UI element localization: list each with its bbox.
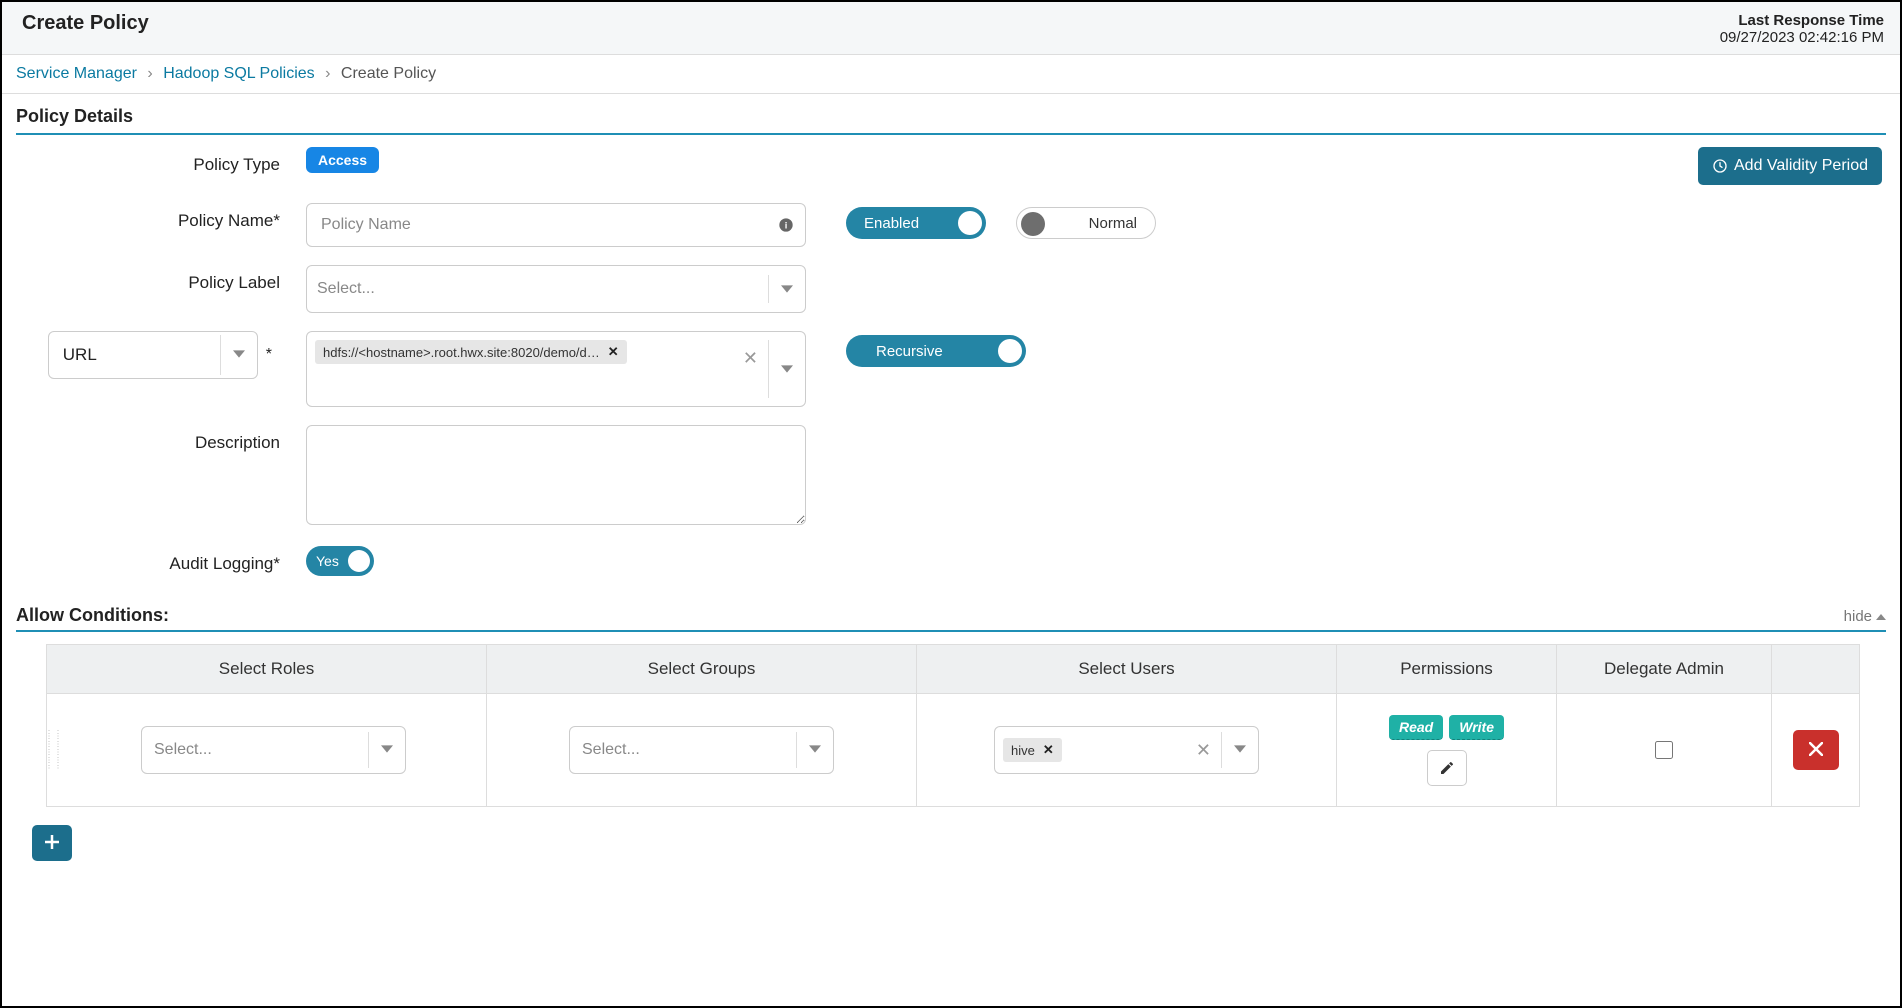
add-validity-period-button[interactable]: Add Validity Period: [1698, 147, 1882, 185]
url-multiselect[interactable]: hdfs://<hostname>.root.hwx.site:8020/dem…: [306, 331, 806, 407]
allow-conditions-table: Select Roles Select Groups Select Users …: [46, 644, 1860, 807]
enabled-toggle[interactable]: Enabled: [846, 207, 986, 239]
close-icon: [1809, 742, 1823, 756]
drag-handle[interactable]: ⋮⋮⋮⋮⋮⋮⋮⋮⋮⋮: [47, 694, 61, 806]
normal-toggle-label: Normal: [1089, 215, 1137, 232]
toggle-knob: [958, 211, 982, 235]
toggle-knob: [348, 550, 370, 572]
last-response-label: Last Response Time: [1720, 12, 1884, 29]
permission-read: Read: [1389, 715, 1443, 740]
chevron-down-icon: [796, 732, 833, 768]
recursive-toggle[interactable]: Recursive: [846, 335, 1026, 367]
col-header-permissions: Permissions: [1337, 645, 1557, 693]
chevron-right-icon: ›: [325, 65, 330, 82]
roles-placeholder: Select...: [154, 741, 368, 759]
col-header-users: Select Users: [917, 645, 1337, 693]
toggle-knob: [1021, 212, 1045, 236]
description-label: Description: [16, 425, 306, 453]
allow-conditions-title: Allow Conditions:: [16, 605, 169, 626]
normal-toggle[interactable]: Normal: [1016, 207, 1156, 239]
chevron-up-icon: [1876, 613, 1886, 621]
policy-type-label: Policy Type: [16, 147, 306, 175]
enabled-toggle-label: Enabled: [864, 215, 919, 232]
policy-name-label: Policy Name*: [16, 203, 306, 231]
policy-type-badge: Access: [306, 147, 379, 173]
roles-select[interactable]: Select...: [141, 726, 406, 774]
groups-placeholder: Select...: [582, 741, 796, 759]
recursive-toggle-label: Recursive: [876, 343, 943, 360]
resource-type-select[interactable]: URL: [48, 331, 258, 379]
page-title: Create Policy: [22, 12, 149, 35]
policy-label-placeholder: Select...: [317, 280, 768, 298]
resource-type-value: URL: [63, 345, 97, 365]
audit-logging-label: Audit Logging*: [16, 546, 306, 574]
chevron-down-icon: [768, 340, 805, 398]
clear-all-icon[interactable]: ✕: [1186, 732, 1221, 769]
chevron-right-icon: ›: [147, 65, 152, 82]
hide-section-link[interactable]: hide: [1844, 608, 1886, 625]
policy-label-select[interactable]: Select...: [306, 265, 806, 313]
svg-text:i: i: [785, 220, 788, 230]
policy-details-form: Policy Type Access Add Validity Period P…: [2, 147, 1900, 579]
breadcrumb: Service Manager › Hadoop SQL Policies › …: [2, 55, 1900, 94]
edit-permissions-button[interactable]: [1427, 750, 1467, 786]
chevron-down-icon: [220, 335, 257, 375]
table-row: ⋮⋮⋮⋮⋮⋮⋮⋮⋮⋮ Select... Select... hive ✕ ✕: [47, 694, 1859, 806]
validity-button-label: Add Validity Period: [1734, 157, 1868, 175]
col-header-groups: Select Groups: [487, 645, 917, 693]
required-asterisk: *: [266, 346, 272, 364]
url-tag-text: hdfs://<hostname>.root.hwx.site:8020/dem…: [323, 345, 600, 360]
table-header: Select Roles Select Groups Select Users …: [47, 645, 1859, 694]
breadcrumb-service-manager[interactable]: Service Manager: [16, 65, 137, 82]
last-response-time: 09/27/2023 02:42:16 PM: [1720, 29, 1884, 46]
user-tag-chip: hive ✕: [1003, 738, 1062, 762]
policy-details-title: Policy Details: [2, 94, 1900, 133]
url-tag-chip: hdfs://<hostname>.root.hwx.site:8020/dem…: [315, 340, 627, 364]
chevron-down-icon: [368, 732, 405, 768]
policy-name-input[interactable]: [306, 203, 806, 247]
plus-icon: [45, 835, 59, 849]
delegate-admin-checkbox[interactable]: [1655, 741, 1673, 759]
description-textarea[interactable]: [306, 425, 806, 525]
permission-badges: Read Write: [1389, 715, 1504, 740]
pencil-icon: [1439, 760, 1455, 776]
remove-tag-icon[interactable]: ✕: [1043, 742, 1054, 758]
user-tag-text: hive: [1011, 743, 1035, 758]
permission-write: Write: [1449, 715, 1504, 740]
col-header-roles: Select Roles: [47, 645, 487, 693]
chevron-down-icon: [768, 275, 805, 303]
policy-label-label: Policy Label: [16, 265, 306, 293]
toggle-knob: [998, 339, 1022, 363]
info-icon[interactable]: i: [778, 217, 794, 233]
remove-tag-icon[interactable]: ✕: [608, 344, 619, 360]
col-header-delegate: Delegate Admin: [1557, 645, 1772, 693]
users-select[interactable]: hive ✕ ✕: [994, 726, 1259, 774]
breadcrumb-hadoop-policies[interactable]: Hadoop SQL Policies: [163, 65, 315, 82]
last-response-block: Last Response Time 09/27/2023 02:42:16 P…: [1720, 12, 1884, 46]
section-divider: [16, 133, 1886, 135]
clock-icon: [1712, 158, 1728, 174]
chevron-down-icon: [1221, 732, 1258, 768]
delete-row-button[interactable]: [1793, 730, 1839, 770]
section-divider: [16, 630, 1886, 632]
groups-select[interactable]: Select...: [569, 726, 834, 774]
add-condition-button[interactable]: [32, 825, 72, 861]
breadcrumb-current: Create Policy: [341, 65, 436, 82]
clear-all-icon[interactable]: ✕: [733, 340, 768, 398]
audit-toggle-label: Yes: [316, 553, 339, 569]
audit-logging-toggle[interactable]: Yes: [306, 546, 374, 576]
hide-label: hide: [1844, 608, 1872, 625]
header-bar: Create Policy Last Response Time 09/27/2…: [2, 2, 1900, 55]
